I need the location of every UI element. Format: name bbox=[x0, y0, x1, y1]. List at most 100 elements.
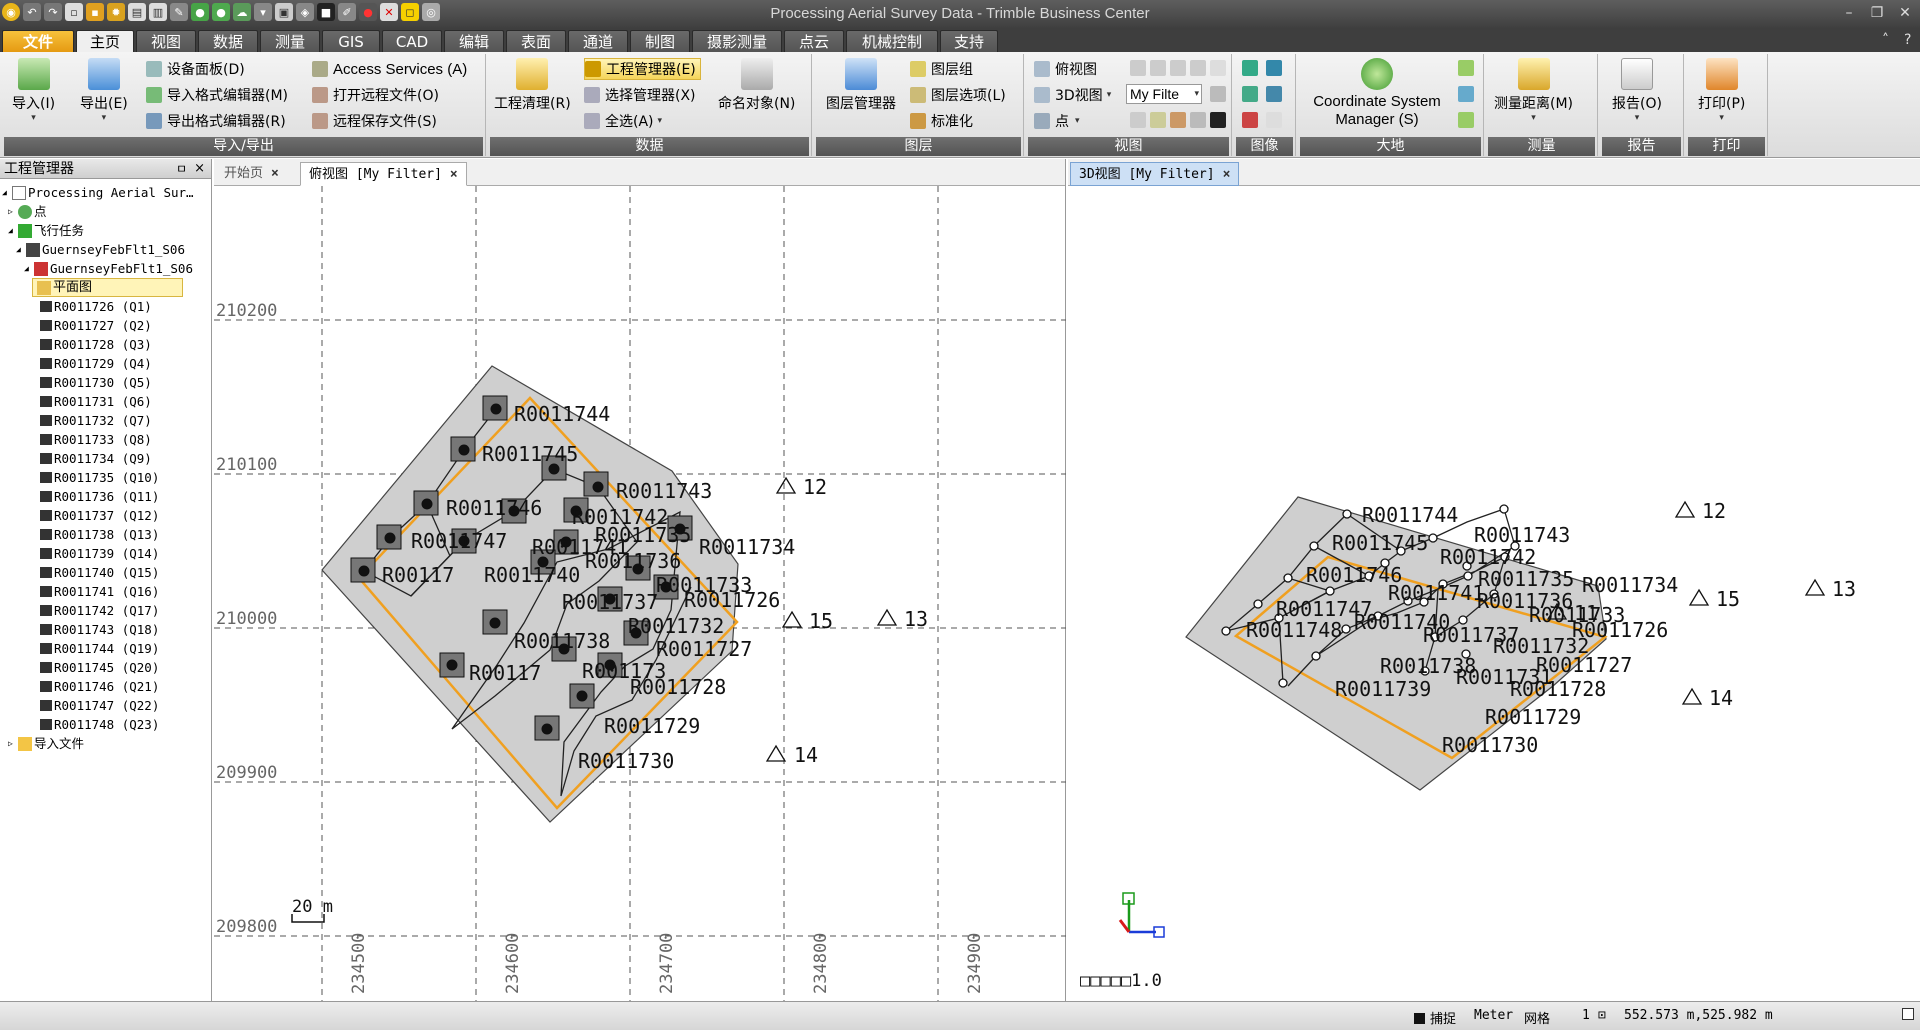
tree-photo-item[interactable]: R0011733 (Q8) bbox=[40, 430, 152, 449]
device-panel-button[interactable]: 设备面板(D) bbox=[146, 58, 245, 80]
geodetic-icon-1[interactable] bbox=[1458, 60, 1474, 76]
layer-manager-button[interactable]: 图层管理器 bbox=[826, 58, 896, 113]
tab-corridor[interactable]: 通道 bbox=[568, 30, 628, 52]
tree-import-files[interactable]: ▷ 导入文件 bbox=[8, 734, 84, 753]
image-icon-3[interactable] bbox=[1242, 86, 1258, 102]
print-button[interactable]: 打印(P) ▾ bbox=[1698, 58, 1745, 123]
tree-plan-view[interactable]: 平面图 bbox=[32, 278, 184, 297]
tree-photo-item[interactable]: R0011740 (Q15) bbox=[40, 563, 159, 582]
tree-photo-item[interactable]: R0011732 (Q7) bbox=[40, 411, 152, 430]
point-button[interactable]: 点 ▾ bbox=[1034, 110, 1080, 132]
tab-surface[interactable]: 表面 bbox=[506, 30, 566, 52]
snap-toggle[interactable]: 捕捉 bbox=[1414, 1008, 1456, 1027]
gcp-triangle-14[interactable] bbox=[765, 744, 787, 762]
close-window-button[interactable]: ✕ bbox=[1894, 3, 1916, 23]
3d-marker-1740[interactable] bbox=[1325, 586, 1335, 596]
project-cleanup-button[interactable]: 工程清理(R) bbox=[494, 58, 571, 113]
flag-icon[interactable] bbox=[1170, 112, 1186, 128]
image-icon-2[interactable] bbox=[1266, 60, 1282, 76]
snap-toggle-icon[interactable] bbox=[1150, 112, 1166, 128]
tree-points[interactable]: ▷ 点 bbox=[8, 202, 47, 221]
tab-cad[interactable]: CAD bbox=[382, 30, 442, 52]
axis-orientation-gizmo[interactable] bbox=[1118, 892, 1165, 938]
tree-photo-item[interactable]: R0011743 (Q18) bbox=[40, 620, 159, 639]
standardize-button[interactable]: 标准化 bbox=[910, 110, 973, 132]
close-start-tab-icon[interactable]: × bbox=[271, 166, 279, 181]
grid-toggle-icon[interactable] bbox=[1130, 112, 1146, 128]
tab-start-page[interactable]: 开始页 × bbox=[216, 162, 287, 186]
layer-options-button[interactable]: 图层选项(L) bbox=[910, 84, 1006, 106]
tree-photo-item[interactable]: R0011727 (Q2) bbox=[40, 316, 152, 335]
tab-edit[interactable]: 编辑 bbox=[444, 30, 504, 52]
tree-flight-tasks[interactable]: ◢ 飞行任务 bbox=[8, 221, 84, 240]
tree-photo-item[interactable]: R0011726 (Q1) bbox=[40, 297, 152, 316]
tree-flight-1[interactable]: ◢ GuernseyFebFlt1_S06 bbox=[16, 240, 185, 259]
photo-marker-1746[interactable] bbox=[413, 490, 439, 516]
tab-plan-view[interactable]: 俯视图 [My Filter] × bbox=[300, 162, 467, 186]
photo-marker-1747[interactable] bbox=[376, 524, 402, 550]
tab-drafting[interactable]: 制图 bbox=[630, 30, 690, 52]
photo-marker-1745[interactable] bbox=[450, 436, 476, 462]
photo-marker-1738[interactable] bbox=[482, 609, 508, 635]
restore-button[interactable]: ❐ bbox=[1866, 3, 1888, 23]
pin-icon[interactable]: ㅁ bbox=[176, 159, 187, 179]
photo-marker-1730[interactable] bbox=[534, 715, 560, 741]
tree-photo-item[interactable]: R0011736 (Q11) bbox=[40, 487, 159, 506]
filter-select[interactable]: My Filte ▾ bbox=[1126, 84, 1202, 104]
measure-distance-button[interactable]: 测量距离(M) ▾ bbox=[1494, 58, 1573, 123]
zoom-window-icon[interactable] bbox=[1170, 60, 1186, 76]
access-services-button[interactable]: Access Services (A) bbox=[312, 58, 467, 80]
tree-photo-item[interactable]: R0011744 (Q19) bbox=[40, 639, 159, 658]
tab-survey[interactable]: 测量 bbox=[260, 30, 320, 52]
photo-marker-1739[interactable] bbox=[439, 652, 465, 678]
tab-point-cloud[interactable]: 点云 bbox=[784, 30, 844, 52]
tree-photo-item[interactable]: R0011729 (Q4) bbox=[40, 354, 152, 373]
tree-photo-item[interactable]: R0011747 (Q22) bbox=[40, 696, 159, 715]
3d-view-canvas[interactable]: R0011744 R0011743 R0011745 R0011742 R001… bbox=[1068, 186, 1920, 1001]
remote-save-button[interactable]: 远程保存文件(S) bbox=[312, 110, 437, 132]
3d-marker-1747[interactable] bbox=[1253, 599, 1263, 609]
tab-3d-view[interactable]: 3D视图 [My Filter] × bbox=[1070, 162, 1240, 186]
pan-icon[interactable] bbox=[1210, 60, 1226, 76]
tab-gis[interactable]: GIS bbox=[322, 30, 380, 52]
minimize-button[interactable]: – bbox=[1838, 3, 1860, 23]
tree-photo-item[interactable]: R0011742 (Q17) bbox=[40, 601, 159, 620]
tree-photo-item[interactable]: R0011728 (Q3) bbox=[40, 335, 152, 354]
tree-photo-item[interactable]: R0011748 (Q23) bbox=[40, 715, 159, 734]
report-button[interactable]: 报告(O) ▾ bbox=[1612, 58, 1662, 123]
3d-marker-1738[interactable] bbox=[1341, 624, 1351, 634]
plan-view-canvas[interactable]: 210200 210100 210000 209900 209800 23450… bbox=[214, 186, 1066, 1001]
image-icon-4[interactable] bbox=[1266, 86, 1282, 102]
photo-marker-1748[interactable] bbox=[350, 557, 376, 583]
project-manager-button[interactable]: 工程管理器(E) bbox=[584, 58, 701, 80]
tab-support[interactable]: 支持 bbox=[940, 30, 998, 52]
zoom-extents-icon[interactable] bbox=[1190, 60, 1206, 76]
grid-toggle[interactable]: 网格 bbox=[1524, 1008, 1550, 1027]
tree-photo-item[interactable]: R0011730 (Q5) bbox=[40, 373, 152, 392]
background-color-icon[interactable] bbox=[1210, 112, 1226, 128]
select-all-button[interactable]: 全选(A) ▾ bbox=[584, 110, 662, 132]
3d-gcp-triangle-15[interactable] bbox=[1688, 588, 1710, 606]
3d-marker-1746[interactable] bbox=[1283, 573, 1293, 583]
tab-file[interactable]: 文件 bbox=[2, 30, 74, 52]
3d-marker-1745[interactable] bbox=[1309, 541, 1319, 551]
tab-view[interactable]: 视图 bbox=[136, 30, 196, 52]
tab-machine-control[interactable]: 机械控制 bbox=[846, 30, 938, 52]
3d-marker-1736[interactable] bbox=[1463, 571, 1473, 581]
selection-manager-button[interactable]: 选择管理器(X) bbox=[584, 84, 696, 106]
resize-grip-icon[interactable] bbox=[1902, 1008, 1914, 1024]
tree-photo-item[interactable]: R0011741 (Q16) bbox=[40, 582, 159, 601]
close-panel-button[interactable]: × bbox=[194, 159, 205, 179]
image-icon-5[interactable] bbox=[1242, 112, 1258, 128]
tree-photo-item[interactable]: R0011737 (Q12) bbox=[40, 506, 159, 525]
open-remote-file-button[interactable]: 打开远程文件(O) bbox=[312, 84, 439, 106]
view-options-icon[interactable] bbox=[1190, 112, 1206, 128]
import-format-editor-button[interactable]: 导入格式编辑器(M) bbox=[146, 84, 288, 106]
image-icon-6[interactable] bbox=[1266, 112, 1282, 128]
filter-icon[interactable] bbox=[1210, 86, 1226, 102]
tree-root[interactable]: ◢ Processing Aerial Sur… bbox=[2, 183, 194, 202]
zoom-out-icon[interactable] bbox=[1150, 60, 1166, 76]
gcp-triangle-13[interactable] bbox=[876, 608, 898, 626]
3d-gcp-triangle-12[interactable] bbox=[1674, 500, 1696, 518]
3d-marker-1744[interactable] bbox=[1342, 509, 1352, 519]
